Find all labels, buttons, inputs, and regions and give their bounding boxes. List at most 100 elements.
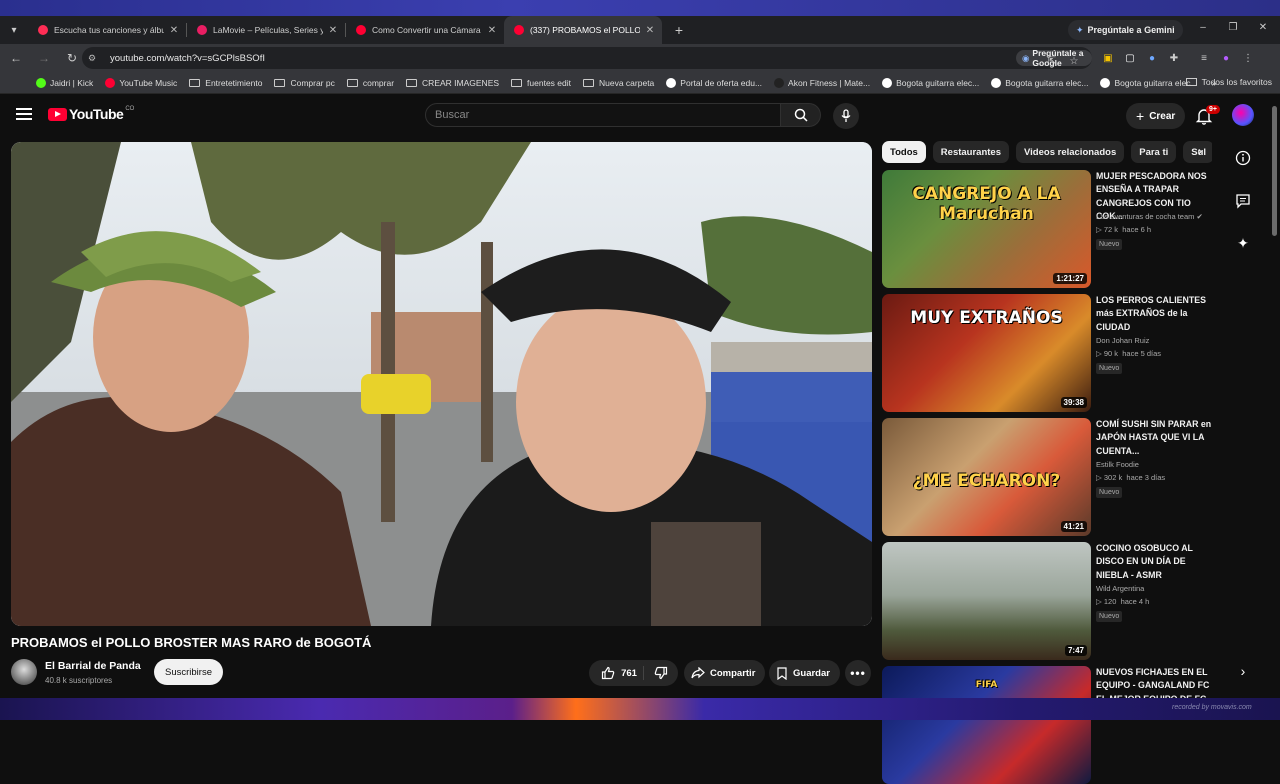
tab-title: Como Convertir una Cámara de — [372, 25, 482, 35]
upload-age: hace 3 días — [1126, 473, 1166, 483]
save-button[interactable]: Guardar — [769, 660, 840, 686]
new-tab-button[interactable]: + — [668, 22, 690, 38]
bookmark-item[interactable]: Bogota guitarra elec... — [882, 77, 979, 88]
share-button[interactable]: Compartir — [684, 660, 766, 686]
video-thumbnail[interactable]: MUY EXTRAÑOS 39:38 — [882, 294, 1091, 412]
hamburger-menu-icon[interactable] — [16, 108, 32, 120]
recommended-channel[interactable]: Wild Argentina — [1096, 584, 1144, 593]
back-button[interactable]: ← — [4, 46, 28, 70]
forward-button[interactable]: → — [32, 46, 56, 70]
bookmark-item[interactable]: Akon Fitness | Mate... — [774, 77, 870, 88]
tab-search-button[interactable]: ▾ — [4, 20, 24, 40]
thumbnail-text: CANGREJO A LA Maruchan — [912, 184, 1061, 225]
chat-icon[interactable] — [1234, 192, 1252, 210]
bookmark-item[interactable]: YouTube Music — [105, 77, 178, 88]
video-thumbnail[interactable]: ¿ME ECHARON? 41:21 — [882, 418, 1091, 536]
video-player[interactable] — [11, 142, 872, 626]
recommended-video[interactable]: ¿ME ECHARON? 41:21 COMÍ SUSHI SIN PARAR en… — [882, 418, 1212, 536]
account-avatar[interactable] — [1232, 104, 1254, 126]
video-thumbnail[interactable]: 7:47 — [882, 542, 1091, 660]
close-window-button[interactable]: ✕ — [1253, 22, 1273, 33]
ask-gemini-button[interactable]: ✦ Pregúntale a Gemini — [1068, 20, 1183, 40]
browser-tab[interactable]: LaMovie – Películas, Series y Anime ✕ — [187, 16, 345, 44]
recommended-video[interactable]: MUY EXTRAÑOS 39:38 LOS PERROS CALIENTES má… — [882, 294, 1212, 412]
chips-next-chevron-icon[interactable]: › — [1192, 144, 1208, 160]
bookmark-item[interactable]: Bogota guitarra elec... — [1100, 77, 1198, 88]
bookmark-label: YouTube Music — [119, 77, 178, 88]
extensions-puzzle-icon[interactable]: ✚ — [1164, 48, 1184, 68]
recommended-video[interactable]: 7:47 COCINO OSOBUCO AL DISCO EN UN DÍA DE… — [882, 542, 1212, 660]
minimize-button[interactable]: – — [1193, 22, 1213, 33]
upload-age: hace 4 h — [1120, 597, 1150, 607]
next-chevron-icon[interactable]: › — [1234, 662, 1252, 680]
profile-avatar-icon[interactable]: ● — [1216, 48, 1236, 68]
tab-close-icon[interactable]: ✕ — [168, 25, 180, 36]
reading-list-icon[interactable]: ≡ — [1194, 48, 1214, 68]
filter-chip[interactable]: Restaurantes — [932, 141, 1009, 163]
bookmark-folder[interactable]: Nueva carpeta — [583, 78, 654, 88]
lens-icon: ◉ — [1022, 52, 1030, 63]
folder-icon — [346, 78, 358, 87]
maximize-button[interactable]: ❐ — [1223, 22, 1243, 33]
extension-blue-icon[interactable]: ● — [1142, 48, 1162, 68]
video-thumbnail[interactable]: FIFA — [882, 666, 1091, 784]
dislike-button[interactable] — [644, 666, 678, 680]
bookmark-item[interactable]: Jaidri | Kick — [36, 77, 93, 88]
bookmark-folder[interactable]: Entretetimiento — [189, 78, 262, 88]
tab-close-icon[interactable]: ✕ — [486, 25, 498, 36]
site-info-icon[interactable]: ⚙ — [88, 53, 104, 64]
page-scrollbar[interactable] — [1270, 94, 1280, 720]
extension-yellow-icon[interactable]: ▣ — [1098, 48, 1118, 68]
recommended-video[interactable]: CANGREJO A LA Maruchan 1:21:27 MUJER PESCA… — [882, 170, 1212, 288]
channel-name[interactable]: El Barrial de Panda — [45, 660, 141, 672]
ask-gemini-label: Pregúntale a Gemini — [1087, 25, 1175, 35]
view-count: 302 k — [1103, 473, 1123, 483]
bookmark-folder[interactable]: comprar — [346, 78, 394, 88]
create-button[interactable]: + Crear — [1126, 103, 1186, 129]
subscribe-button[interactable]: Suscribirse — [154, 659, 223, 685]
recommended-channel[interactable]: Don Johan Ruiz — [1096, 336, 1149, 345]
like-button[interactable]: 761 — [589, 666, 644, 680]
bookmark-item[interactable]: Bogota guitarra elec... — [991, 77, 1088, 88]
filter-chip[interactable]: Todos — [882, 141, 926, 163]
filter-chip[interactable]: Videos relacionados — [1016, 141, 1125, 163]
thumbnail-text: ¿ME ECHARON? — [912, 471, 1061, 492]
voice-search-button[interactable] — [833, 103, 859, 129]
browser-tab[interactable]: Como Convertir una Cámara de ✕ — [346, 16, 504, 44]
recommended-channel[interactable]: Las aventuras de cocha team ✔ — [1096, 212, 1203, 221]
search-button[interactable] — [781, 103, 821, 127]
browser-tab[interactable]: (337) PROBAMOS el POLLO BROSTER ✕ — [504, 16, 662, 44]
scrollbar-thumb[interactable] — [1272, 106, 1277, 236]
bookmark-folder[interactable]: CREAR IMAGENES — [406, 78, 499, 88]
extension-square-icon[interactable]: ▢ — [1120, 48, 1140, 68]
filter-chip[interactable]: Para ti — [1131, 141, 1177, 163]
recommended-channel[interactable]: Estilk Foodie — [1096, 460, 1139, 469]
browser-menu-icon[interactable]: ⋮ — [1238, 48, 1258, 68]
bookmark-folder[interactable]: fuentes edit — [511, 78, 571, 88]
info-icon[interactable] — [1234, 149, 1252, 167]
recommended-title[interactable]: LOS PERROS CALIENTES más EXTRAÑOS de la … — [1096, 294, 1218, 334]
search-input[interactable]: Buscar — [425, 103, 781, 127]
all-bookmarks-label: Todos los favoritos — [1201, 77, 1272, 87]
reload-button[interactable]: ↻ — [60, 46, 84, 70]
gemini-icon: ✦ — [1076, 24, 1084, 35]
video-thumbnail[interactable]: CANGREJO A LA Maruchan 1:21:27 — [882, 170, 1091, 288]
recommended-title[interactable]: COCINO OSOBUCO AL DISCO EN UN DÍA DE NIE… — [1096, 542, 1218, 582]
browser-tab[interactable]: Escucha tus canciones y álbumes ✕ — [28, 16, 186, 44]
address-bar[interactable]: ⚙ youtube.com/watch?v=sGCPlsBSOfI ◉ Preg… — [82, 47, 1092, 69]
tab-close-icon[interactable]: ✕ — [327, 25, 339, 36]
bookmark-star-icon[interactable]: ☆ — [1064, 51, 1084, 71]
tab-close-icon[interactable]: ✕ — [644, 25, 656, 36]
recommended-title[interactable]: COMÍ SUSHI SIN PARAR en JAPÓN HASTA QUE … — [1096, 418, 1218, 458]
recommended-video[interactable]: FIFA NUEVOS FICHAJES EN EL EQUIPO - GANGA… — [882, 666, 1212, 784]
install-app-icon[interactable]: ⇱ — [1042, 51, 1062, 71]
sparkle-ask-icon[interactable]: ✦ — [1234, 234, 1252, 252]
bookmark-item[interactable]: Portal de oferta edu... — [666, 77, 762, 88]
all-bookmarks-button[interactable]: Todos los favoritos — [1185, 77, 1272, 87]
video-duration: 41:21 — [1060, 521, 1087, 532]
bookmark-folder[interactable]: Comprar pc — [274, 78, 335, 88]
channel-avatar[interactable] — [11, 659, 37, 685]
youtube-logo[interactable]: YouTube CO — [48, 106, 134, 122]
more-actions-button[interactable]: ••• — [845, 660, 871, 686]
bookmark-icon — [777, 666, 787, 680]
